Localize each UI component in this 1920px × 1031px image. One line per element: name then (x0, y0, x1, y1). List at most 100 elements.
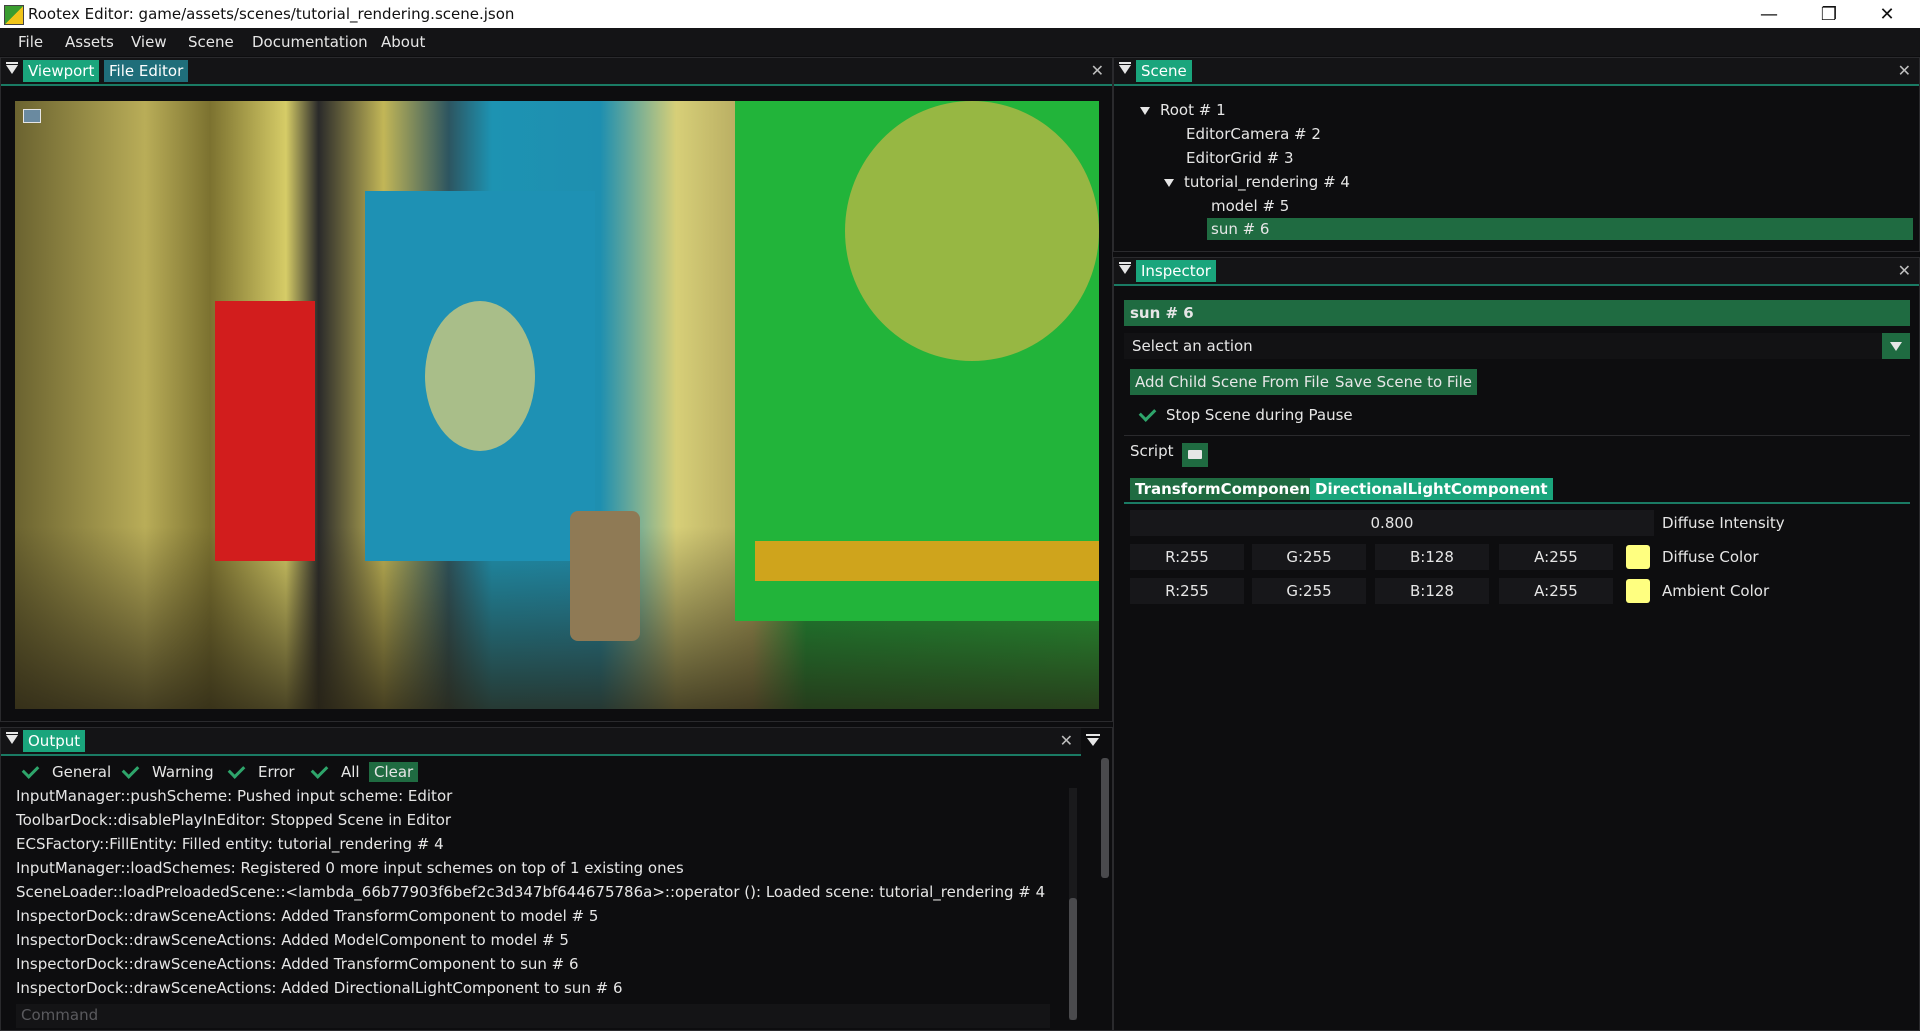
stop-scene-checkbox[interactable] (1138, 404, 1157, 422)
inspector-dock: Inspector ✕ sun # 6 Select an action Add… (1113, 257, 1920, 1031)
tab-directional-light-component[interactable]: DirectionalLightComponent (1310, 478, 1553, 500)
log-line: SceneLoader::loadPreloadedScene::<lambda… (16, 883, 1046, 901)
tab-output[interactable]: Output (23, 730, 86, 752)
diffuse-color-a[interactable]: A:255 (1499, 544, 1613, 570)
window-title: Rootex Editor: game/assets/scenes/tutori… (28, 5, 515, 23)
dock-menu-icon[interactable] (6, 732, 18, 744)
action-select[interactable]: Select an action (1124, 333, 1882, 359)
diffuse-color-swatch[interactable] (1626, 545, 1650, 569)
menu-about[interactable]: About (381, 33, 425, 51)
menu-bar: File Assets View Scene Documentation Abo… (0, 28, 1920, 56)
tree-item-tutorial-rendering[interactable]: tutorial_rendering # 4 (1164, 173, 1350, 191)
minimize-button[interactable]: — (1740, 0, 1798, 28)
ambient-color-swatch[interactable] (1626, 579, 1650, 603)
diffuse-intensity-label: Diffuse Intensity (1662, 514, 1785, 532)
dock-menu-icon[interactable] (1119, 62, 1131, 74)
diffuse-color-b[interactable]: B:128 (1375, 544, 1489, 570)
flower-pot (570, 511, 640, 641)
blue-banner-emblem (425, 301, 535, 451)
close-icon[interactable]: ✕ (1060, 731, 1073, 750)
close-window-button[interactable]: ✕ (1858, 0, 1916, 28)
filter-warning-checkbox[interactable] (121, 761, 140, 779)
title-bar: Rootex Editor: game/assets/scenes/tutori… (0, 0, 1920, 28)
log-line: InputManager::pushScheme: Pushed input s… (16, 787, 453, 805)
menu-documentation[interactable]: Documentation (252, 33, 368, 51)
filter-warning-label: Warning (152, 763, 214, 781)
log-line: ToolbarDock::disablePlayInEditor: Stoppe… (16, 811, 452, 829)
output-scrollbar-thumb[interactable] (1101, 758, 1109, 878)
ambient-color-b[interactable]: B:128 (1375, 578, 1489, 604)
diffuse-color-g[interactable]: G:255 (1252, 544, 1366, 570)
log-line: InputManager::loadSchemes: Registered 0 … (16, 859, 684, 877)
tree-item-root[interactable]: Root # 1 (1140, 101, 1226, 119)
dock-overflow-icon[interactable] (1086, 734, 1100, 748)
dock-menu-icon[interactable] (1119, 262, 1131, 274)
expand-arrow-icon[interactable] (1140, 106, 1150, 115)
filter-all-label: All (341, 763, 360, 781)
close-icon[interactable]: ✕ (1091, 61, 1104, 80)
scene-tabbar: Scene ✕ (1114, 58, 1919, 86)
scene-dock: Scene ✕ Root # 1 EditorCamera # 2 Editor… (1113, 57, 1920, 252)
script-open-button[interactable] (1182, 443, 1208, 467)
ambient-color-r[interactable]: R:255 (1130, 578, 1244, 604)
log-scrollbar-thumb[interactable] (1069, 898, 1077, 1020)
tab-scene[interactable]: Scene (1136, 60, 1192, 82)
filter-all-checkbox[interactable] (310, 761, 329, 779)
red-banner (215, 301, 315, 561)
ambient-color-g[interactable]: G:255 (1252, 578, 1366, 604)
clear-button[interactable]: Clear (369, 762, 419, 782)
viewport-tabbar: Viewport File Editor ✕ (1, 58, 1112, 86)
maximize-button[interactable]: ❐ (1800, 0, 1858, 28)
save-scene-button[interactable]: Save Scene to File (1330, 369, 1478, 395)
ambient-color-a[interactable]: A:255 (1499, 578, 1613, 604)
tab-transform-component[interactable]: TransformComponent (1130, 478, 1323, 500)
viewport-render[interactable] (15, 101, 1099, 709)
chevron-down-icon (1890, 342, 1902, 351)
entity-name-field[interactable]: sun # 6 (1124, 300, 1910, 326)
add-child-scene-button[interactable]: Add Child Scene From File (1130, 369, 1334, 395)
dock-menu-icon[interactable] (6, 62, 18, 74)
expand-arrow-icon[interactable] (1164, 178, 1174, 187)
diffuse-intensity-field[interactable]: 0.800 (1130, 510, 1654, 536)
image-icon[interactable] (23, 109, 41, 123)
output-dock: Output ✕ General Warning Error All Clear… (0, 727, 1113, 1031)
command-input[interactable]: Command (16, 1004, 1050, 1028)
menu-file[interactable]: File (18, 33, 43, 51)
log-line: InspectorDock::drawSceneActions: Added D… (16, 979, 623, 997)
log-line: InspectorDock::drawSceneActions: Added M… (16, 931, 569, 949)
diffuse-color-r[interactable]: R:255 (1130, 544, 1244, 570)
filter-general-checkbox[interactable] (21, 761, 40, 779)
tab-viewport[interactable]: Viewport (23, 60, 100, 82)
log-line: InspectorDock::drawSceneActions: Added T… (16, 955, 579, 973)
tab-inspector[interactable]: Inspector (1136, 260, 1216, 282)
filter-error-checkbox[interactable] (227, 761, 246, 779)
green-banner-trim (755, 541, 1099, 581)
tree-item-model[interactable]: model # 5 (1211, 197, 1289, 215)
tab-file-editor[interactable]: File Editor (104, 60, 189, 82)
component-tabs-underline (1124, 502, 1910, 504)
script-label: Script (1130, 442, 1174, 460)
menu-scene[interactable]: Scene (188, 33, 234, 51)
stop-scene-label: Stop Scene during Pause (1166, 406, 1353, 424)
log-line: InspectorDock::drawSceneActions: Added T… (16, 907, 599, 925)
close-icon[interactable]: ✕ (1898, 61, 1911, 80)
tree-item-sun[interactable]: sun # 6 (1211, 220, 1269, 238)
green-banner-emblem (845, 101, 1099, 361)
folder-open-icon (1188, 450, 1202, 459)
menu-assets[interactable]: Assets (65, 33, 114, 51)
inspector-tabbar: Inspector ✕ (1114, 258, 1919, 286)
tree-item-editor-grid[interactable]: EditorGrid # 3 (1186, 149, 1294, 167)
action-dropdown-button[interactable] (1882, 333, 1910, 359)
log-line: ECSFactory::FillEntity: Filled entity: t… (16, 835, 444, 853)
divider (1124, 435, 1910, 436)
log-scrollbar[interactable] (1069, 788, 1077, 1020)
tree-selection-highlight (1207, 218, 1913, 240)
menu-view[interactable]: View (131, 33, 167, 51)
command-placeholder: Command (21, 1006, 99, 1024)
filter-error-label: Error (258, 763, 295, 781)
ambient-color-label: Ambient Color (1662, 582, 1770, 600)
close-icon[interactable]: ✕ (1898, 261, 1911, 280)
filter-general-label: General (52, 763, 112, 781)
app-logo-icon (4, 5, 24, 25)
tree-item-editor-camera[interactable]: EditorCamera # 2 (1186, 125, 1321, 143)
